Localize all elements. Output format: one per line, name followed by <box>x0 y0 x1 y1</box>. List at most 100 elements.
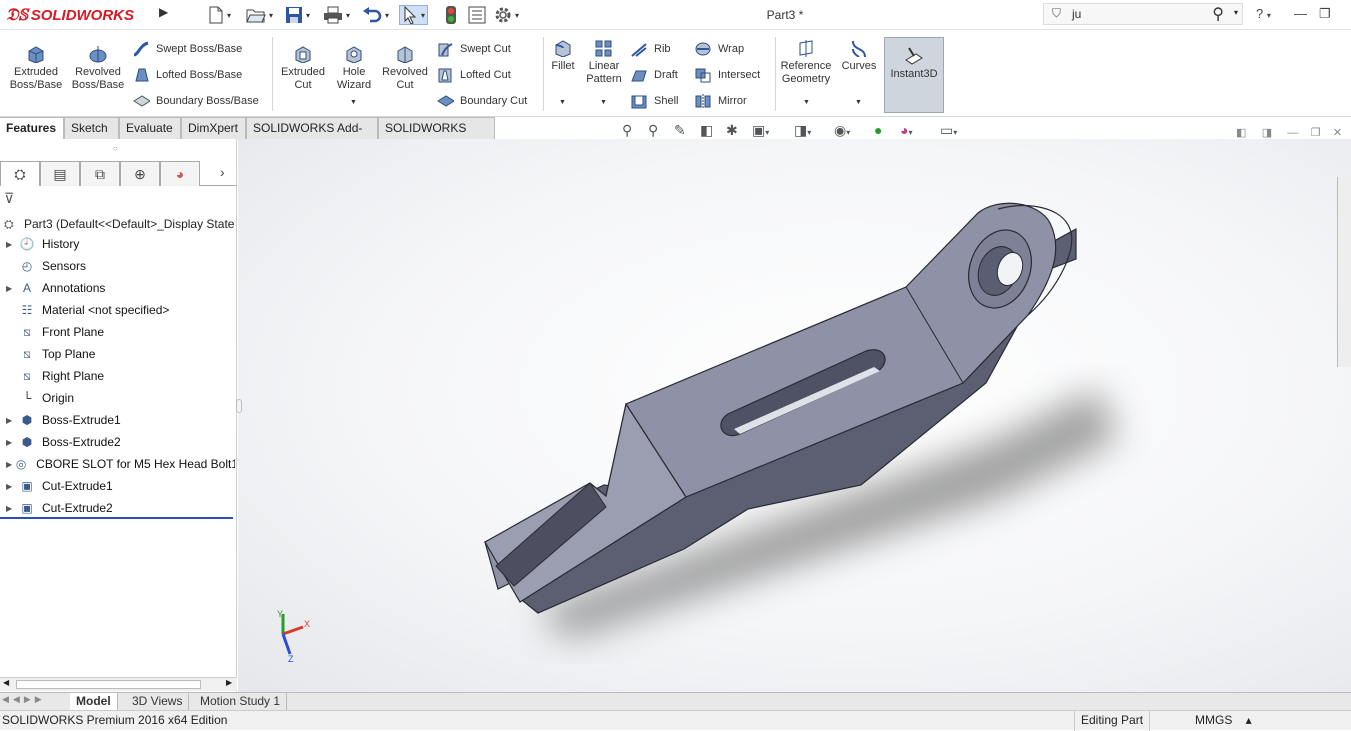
zoom-to-area-icon[interactable]: ⚲ <box>648 122 658 139</box>
display-style-icon[interactable]: ◨▾ <box>794 122 811 139</box>
tree-item-origin[interactable]: └ Origin <box>6 388 74 408</box>
feature-manager-tab-icon[interactable]: ⛭ <box>0 161 40 186</box>
scroll-left-icon[interactable]: ◀ <box>3 678 9 687</box>
tree-item-cut-extrude1[interactable]: ▶ ▣ Cut-Extrude1 <box>6 476 113 496</box>
graphics-area[interactable]: Y X Z <box>238 139 1351 693</box>
display-manager-tab-icon[interactable]: ◕ <box>160 161 200 186</box>
hole-wizard-button[interactable]: Hole Wizard <box>330 45 378 92</box>
restore-icon[interactable]: ❐ <box>1319 6 1331 22</box>
linear-pattern-button[interactable]: Linear Pattern <box>583 39 625 86</box>
hole-wizard-dropdown-icon[interactable]: ▼ <box>350 99 357 106</box>
tree-item-cut-extrude2[interactable]: ▶ ▣ Cut-Extrude2 <box>6 498 113 518</box>
boundary-boss-button[interactable]: Boundary Boss/Base <box>132 91 259 111</box>
rollback-bar[interactable] <box>0 517 233 519</box>
expand-arrow-icon[interactable]: ▶ <box>6 504 18 513</box>
tab-3d-views[interactable]: 3D Views <box>126 693 190 711</box>
tab-features[interactable]: Features <box>0 117 64 139</box>
viewport-minimize-icon[interactable]: — <box>1287 127 1298 139</box>
dimxpert-manager-tab-icon[interactable]: ⊕ <box>120 161 160 186</box>
tree-root-part[interactable]: ⛭ Part3 (Default<<Default>_Display State <box>4 215 234 233</box>
tab-addins[interactable]: SOLIDWORKS Add-Ins <box>246 117 378 156</box>
print-button[interactable]: ▾ <box>323 5 350 25</box>
search-input[interactable]: ju <box>1072 7 1081 21</box>
panel-grip-icon[interactable]: ○ <box>113 144 118 153</box>
task-pane-tabs[interactable] <box>1337 177 1351 367</box>
search-box[interactable]: ⛉ ju ⚲ ▾ <box>1043 3 1243 25</box>
file-properties-button[interactable] <box>468 5 486 25</box>
draft-button[interactable]: Draft <box>630 65 678 85</box>
expand-arrow-icon[interactable]: ▶ <box>6 284 18 293</box>
filter-icon[interactable]: ⊽ <box>4 190 14 207</box>
lofted-cut-button[interactable]: Lofted Cut <box>436 65 511 85</box>
expand-arrow-icon[interactable]: ▶ <box>6 482 18 491</box>
tree-item-sensors[interactable]: ◴ Sensors <box>6 256 86 276</box>
tab-mbd[interactable]: SOLIDWORKS MBD <box>378 117 495 156</box>
tree-item-history[interactable]: ▶ 🕘 History <box>6 234 79 254</box>
save-button[interactable]: ▾ <box>285 5 310 25</box>
tree-item-front-plane[interactable]: ⧅ Front Plane <box>6 322 104 342</box>
tree-item-boss-extrude1[interactable]: ▶ ⬢ Boss-Extrude1 <box>6 410 121 430</box>
instant3d-button[interactable]: Instant3D <box>884 37 944 113</box>
options-button[interactable]: ▾ <box>494 5 519 25</box>
tree-item-annotations[interactable]: ▶ A Annotations <box>6 278 105 298</box>
search-dropdown-icon[interactable]: ▾ <box>1234 8 1238 17</box>
panel-splitter-handle[interactable] <box>236 399 242 413</box>
search-icon[interactable]: ⚲ <box>1212 4 1224 24</box>
revolved-boss-button[interactable]: Revolved Boss/Base <box>70 45 126 92</box>
viewport-restore-icon[interactable]: ❐ <box>1311 127 1321 139</box>
section-view-icon[interactable]: ◧ <box>700 122 713 139</box>
expand-arrow-icon[interactable]: ▶ <box>6 240 18 249</box>
viewport-close-icon[interactable]: ✕ <box>1333 127 1342 139</box>
menu-expand-arrow-icon[interactable]: ▶ <box>159 5 173 25</box>
hide-show-items-icon[interactable]: ◉▾ <box>834 122 850 139</box>
zoom-to-fit-icon[interactable]: ⚲ <box>622 122 632 139</box>
tab-model[interactable]: Model <box>70 693 118 711</box>
tab-motion-study-1[interactable]: Motion Study 1 <box>194 693 288 711</box>
tab-sketch[interactable]: Sketch <box>64 117 119 139</box>
fillet-dropdown-icon[interactable]: ▼ <box>559 99 566 106</box>
mirror-button[interactable]: Mirror <box>694 91 747 111</box>
shell-button[interactable]: Shell <box>630 91 678 111</box>
swept-boss-button[interactable]: Swept Boss/Base <box>132 39 242 59</box>
tree-item-boss-extrude2[interactable]: ▶ ⬢ Boss-Extrude2 <box>6 432 121 452</box>
scroll-right-icon[interactable]: ▶ <box>226 678 232 687</box>
scroll-thumb[interactable] <box>16 680 201 689</box>
lofted-boss-button[interactable]: Lofted Boss/Base <box>132 65 242 85</box>
undo-button[interactable]: ▾ <box>362 5 389 25</box>
tree-item-cbore-slot[interactable]: ▶ ◎ CBORE SLOT for M5 Hex Head Bolt1 <box>6 454 235 474</box>
configuration-manager-tab-icon[interactable]: ⧉ <box>80 161 120 186</box>
view-orientation-icon[interactable]: ▣▾ <box>752 122 769 139</box>
dynamic-annotation-icon[interactable]: ✱ <box>726 122 738 139</box>
tree-horizontal-scrollbar[interactable]: ◀ ▶ <box>0 677 237 691</box>
extruded-cut-button[interactable]: Extruded Cut <box>277 45 329 92</box>
viewport-prev-icon[interactable]: ◧ <box>1236 127 1246 139</box>
edit-appearance-icon[interactable]: ● <box>874 122 882 138</box>
expand-arrow-icon[interactable]: ▶ <box>6 438 18 447</box>
rib-button[interactable]: Rib <box>630 39 671 59</box>
view-settings-icon[interactable]: ▭▾ <box>940 122 957 139</box>
part-model[interactable]: Y X Z <box>238 139 1351 693</box>
revolved-cut-button[interactable]: Revolved Cut <box>380 45 430 92</box>
curves-dropdown-icon[interactable]: ▼ <box>855 99 862 106</box>
new-document-button[interactable]: ▾ <box>208 5 231 25</box>
reference-geometry-button[interactable]: Reference Geometry <box>778 39 834 86</box>
apply-scene-icon[interactable]: ◕▾ <box>900 122 912 138</box>
tree-item-material[interactable]: ☷ Material <not specified> <box>6 300 170 320</box>
property-manager-tab-icon[interactable]: ▤ <box>40 161 80 186</box>
swept-cut-button[interactable]: Swept Cut <box>436 39 511 59</box>
search-scope-icon[interactable]: ⛉ <box>1052 6 1061 21</box>
help-button[interactable]: ? ▾ <box>1256 6 1271 21</box>
unit-system[interactable]: MMGS ▴ <box>1195 713 1252 727</box>
linear-pattern-dropdown-icon[interactable]: ▼ <box>600 99 607 106</box>
tab-scroll-arrows-icon[interactable]: ◀◀▶▶ <box>2 694 46 705</box>
tree-item-right-plane[interactable]: ⧅ Right Plane <box>6 366 104 386</box>
intersect-button[interactable]: Intersect <box>694 65 760 85</box>
viewport-next-icon[interactable]: ◨ <box>1262 127 1272 139</box>
wrap-button[interactable]: Wrap <box>694 39 744 59</box>
solidworks-logo[interactable]: 𝔇𝕊 SOLIDWORKS <box>6 4 134 26</box>
open-button[interactable]: ▾ <box>246 5 273 25</box>
extruded-boss-button[interactable]: Extruded Boss/Base <box>8 45 64 92</box>
curves-button[interactable]: Curves <box>838 39 880 73</box>
reference-geometry-dropdown-icon[interactable]: ▼ <box>803 99 810 106</box>
tree-item-top-plane[interactable]: ⧅ Top Plane <box>6 344 95 364</box>
